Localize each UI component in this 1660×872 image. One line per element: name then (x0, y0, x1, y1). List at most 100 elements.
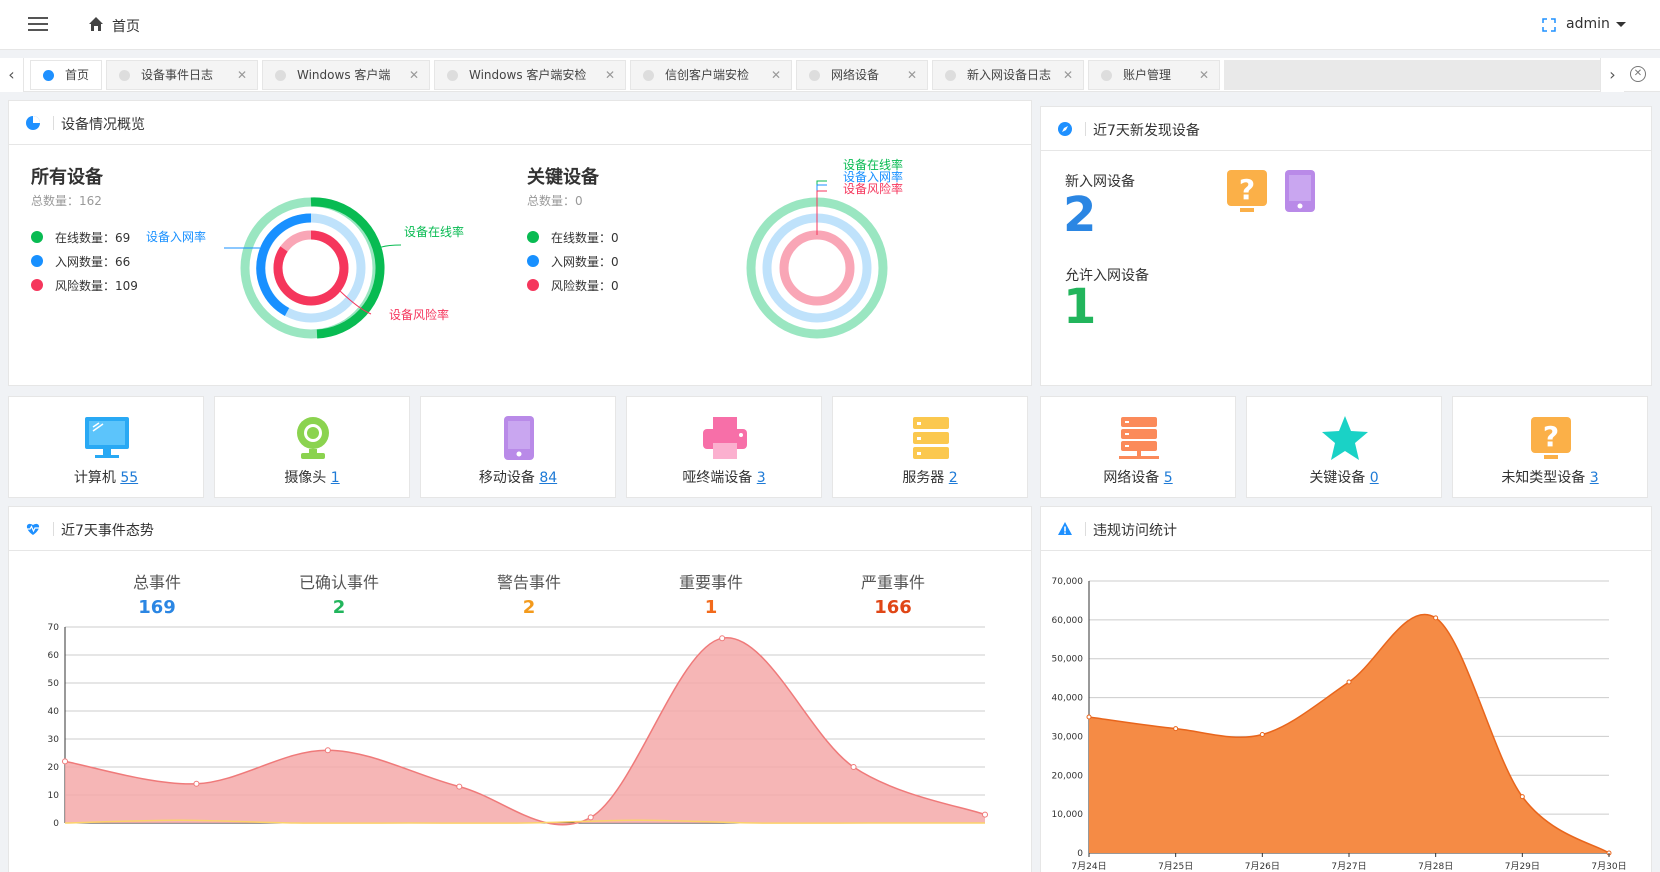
tab-close-icon[interactable]: ✕ (237, 61, 247, 89)
tab-label: Windows 客户端 (297, 68, 391, 82)
new-devices-panel: 近7天新发现设备 新入网设备 2 允许入网设备 1 ? (1040, 106, 1652, 386)
x-tick-label: 7月28日 (1418, 861, 1453, 872)
stat-label: 严重事件 (860, 573, 925, 592)
card-label-text: 服务器 (902, 470, 945, 486)
card-count-link[interactable]: 3 (757, 470, 766, 486)
tab-close-icon[interactable]: ✕ (1199, 61, 1209, 89)
key-risk-rate-label: 设备风险率 (843, 182, 904, 196)
tab-windows-client-check[interactable]: Windows 客户端安检 ✕ (434, 60, 626, 90)
card-count-link[interactable]: 3 (1590, 470, 1599, 486)
close-all-tabs-icon[interactable]: ✕ (1630, 66, 1646, 82)
divider (1085, 122, 1086, 136)
mobile-icon (504, 416, 534, 460)
critical-point (982, 811, 988, 818)
y-tick-label: 50 (48, 679, 60, 689)
stat-label: 重要事件 (678, 573, 743, 592)
card-label-text: 哑终端设备 (682, 470, 753, 486)
breadcrumb[interactable]: 首页 (112, 16, 140, 36)
y-tick-label: 50,000 (1052, 655, 1084, 665)
tabs-scroll-left-icon[interactable]: ‹ (0, 58, 24, 92)
stat-important-events: 重要事件 1 (631, 569, 791, 618)
card-count-link[interactable]: 84 (539, 470, 557, 486)
top-header: 首页 admin (0, 0, 1660, 50)
x-tick-label: 7月27日 (1331, 861, 1366, 872)
allowed-devices-count[interactable]: 1 (1063, 279, 1096, 335)
violations-point (1433, 615, 1439, 621)
tab-dot (43, 70, 54, 81)
device-card-network[interactable]: 网络设备 5 (1040, 396, 1236, 498)
home-icon[interactable] (88, 16, 104, 32)
critical-point (850, 764, 857, 770)
card-count-link[interactable]: 5 (1164, 470, 1173, 486)
violations-point (1259, 731, 1265, 737)
tabs-empty-area (1224, 60, 1600, 90)
unknown-device-icon: ? (1227, 170, 1267, 212)
device-card-computer[interactable]: 计算机 55 (8, 396, 204, 498)
panel-header: 近7天新发现设备 (1041, 107, 1651, 151)
device-card-dumb-terminal[interactable]: 哑终端设备 3 (626, 396, 822, 498)
tab-new-device-log[interactable]: 新入网设备日志 ✕ (932, 60, 1084, 90)
warning-icon (1058, 522, 1072, 535)
device-card-unknown[interactable]: ? 未知类型设备 3 (1452, 396, 1648, 498)
red-dot (31, 279, 43, 291)
tab-network-device[interactable]: 网络设备 ✕ (796, 60, 928, 90)
tab-dot (945, 70, 956, 81)
x-tick-label: 7月30日 (1591, 861, 1626, 872)
username: admin (1566, 16, 1610, 32)
violations-area (1089, 614, 1609, 853)
critical-point (456, 783, 463, 790)
tab-close-icon[interactable]: ✕ (1063, 61, 1073, 89)
stat-label: 已确认事件 (298, 573, 379, 592)
stat-value: 2 (522, 597, 536, 618)
device-card-server[interactable]: 服务器 2 (832, 396, 1028, 498)
device-card-key[interactable]: 关键设备 0 (1246, 396, 1442, 498)
mobile-device-icon (1285, 170, 1315, 212)
fullscreen-icon[interactable] (1542, 18, 1556, 32)
tab-xinchuang-client-check[interactable]: 信创客户端安检 ✕ (630, 60, 792, 90)
card-count-link[interactable]: 0 (1370, 470, 1379, 486)
panel-header: 设备情况概览 (9, 101, 1031, 145)
new-devices-count[interactable]: 2 (1063, 187, 1096, 243)
device-card-camera[interactable]: 摄像头 1 (214, 396, 410, 498)
svg-text:?: ? (1239, 173, 1255, 206)
x-tick-label: 7月25日 (1158, 861, 1193, 872)
y-tick-label: 10 (48, 791, 60, 801)
tab-device-event-log[interactable]: 设备事件日志 ✕ (106, 60, 258, 90)
tab-dot (1101, 70, 1112, 81)
stat-warning-events: 警告事件 2 (449, 569, 609, 618)
server-icon (913, 417, 949, 459)
legend-text: 风险数量：0 (551, 279, 619, 293)
x-tick-label: 7月24日 (1071, 861, 1106, 872)
device-card-mobile[interactable]: 移动设备 84 (420, 396, 616, 498)
menu-icon[interactable] (28, 17, 48, 31)
card-label-text: 网络设备 (1103, 470, 1160, 486)
violations-chart: 0 10,000 20,000 30,000 40,000 50,000 60,000 70,… (1052, 577, 1627, 872)
critical-point (62, 758, 68, 765)
user-menu[interactable]: admin (1566, 16, 1626, 32)
red-dot (527, 279, 539, 291)
tabs-scroll-right-icon[interactable]: › (1600, 58, 1624, 92)
tab-home[interactable]: 首页 (30, 60, 102, 90)
card-count-link[interactable]: 1 (331, 470, 340, 486)
legend-text: 入网数量：66 (55, 255, 131, 269)
tab-close-icon[interactable]: ✕ (409, 61, 419, 89)
card-count-link[interactable]: 2 (949, 470, 958, 486)
card-label: 关键设备 0 (1247, 467, 1441, 487)
card-label: 网络设备 5 (1041, 467, 1235, 487)
stat-confirmed-events: 已确认事件 2 (259, 569, 419, 618)
tab-close-icon[interactable]: ✕ (907, 61, 917, 89)
tab-close-icon[interactable]: ✕ (771, 61, 781, 89)
tab-close-icon[interactable]: ✕ (605, 61, 615, 89)
tab-windows-client[interactable]: Windows 客户端 ✕ (262, 60, 430, 90)
panel-header: 违规访问统计 (1041, 507, 1651, 551)
legend-text: 在线数量：69 (55, 231, 131, 245)
card-label: 摄像头 1 (215, 467, 409, 487)
ring-risk-bg (779, 230, 855, 306)
card-count-link[interactable]: 55 (120, 470, 138, 486)
card-label-text: 关键设备 (1309, 470, 1366, 486)
all-devices-ring-chart (224, 197, 402, 339)
y-tick-label: 70,000 (1052, 577, 1084, 587)
legend-text: 在线数量：0 (551, 231, 619, 245)
tab-account-management[interactable]: 账户管理 ✕ (1088, 60, 1220, 90)
violations-point (1519, 794, 1525, 800)
